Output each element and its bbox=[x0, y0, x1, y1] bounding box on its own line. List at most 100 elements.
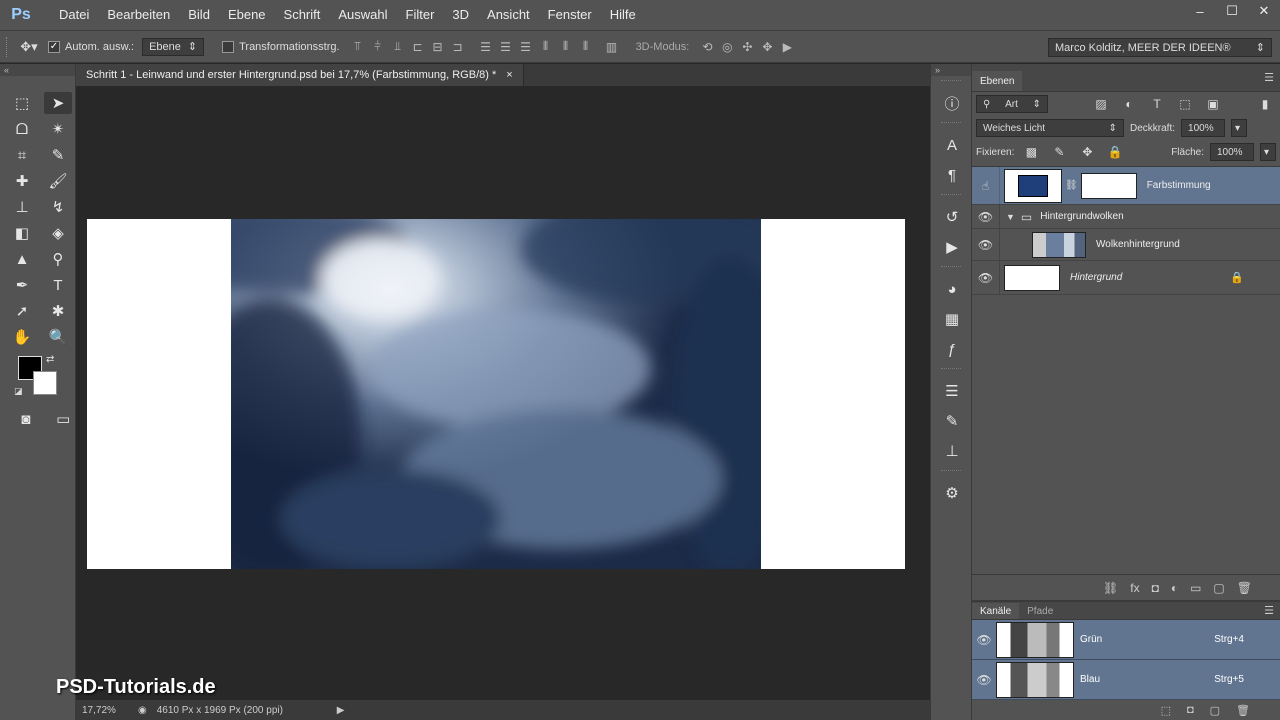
3d-rotate-icon[interactable]: ⟲ bbox=[697, 40, 717, 54]
path-selection-tool-icon[interactable]: ➚ bbox=[8, 300, 36, 322]
load-selection-icon[interactable]: ⬚ bbox=[1161, 704, 1171, 717]
magic-wand-tool-icon[interactable]: ✴ bbox=[44, 118, 72, 140]
channel-row[interactable]: 👁 Blau Strg+5 bbox=[972, 660, 1280, 700]
filter-pixel-icon[interactable]: ▨ bbox=[1090, 95, 1112, 113]
history-brush-tool-icon[interactable]: ↯ bbox=[44, 196, 72, 218]
link-icon[interactable]: ⛓ bbox=[1065, 180, 1078, 191]
lock-position-icon[interactable]: ✥ bbox=[1076, 143, 1098, 161]
menu-datei[interactable]: Datei bbox=[50, 0, 98, 30]
eye-icon[interactable]: 👁 bbox=[972, 205, 1000, 228]
dodge-tool-icon[interactable]: ⚲ bbox=[44, 248, 72, 270]
layer-row[interactable]: 👁 Wolkenhintergrund bbox=[972, 229, 1280, 261]
character-panel-icon[interactable]: A bbox=[931, 130, 973, 160]
eye-icon[interactable]: 👁 bbox=[972, 261, 1000, 294]
zoom-level[interactable]: 17,72% bbox=[82, 705, 128, 716]
menu-hilfe[interactable]: Hilfe bbox=[601, 0, 645, 30]
new-group-icon[interactable]: ▭ bbox=[1190, 581, 1201, 595]
auto-select-dropdown[interactable]: Ebene ⇕ bbox=[142, 37, 205, 56]
lasso-tool-icon[interactable]: ᗝ bbox=[8, 118, 36, 140]
opacity-dropdown-icon[interactable]: ▾ bbox=[1231, 119, 1248, 137]
layer-filter-dropdown[interactable]: ⚲ Art ⇕ bbox=[976, 95, 1048, 113]
3d-roll-icon[interactable]: ◎ bbox=[717, 40, 737, 54]
align-left-icon[interactable]: ⊏ bbox=[408, 40, 428, 54]
styles-panel-icon[interactable]: ƒ bbox=[931, 334, 973, 364]
align-bottom-icon[interactable]: ⫫ bbox=[388, 39, 408, 54]
panel-menu-icon[interactable]: ☰ bbox=[1264, 71, 1280, 84]
layer-group-row[interactable]: 👁 ▼ ▭ Hintergrundwolken bbox=[972, 205, 1280, 229]
menu-bild[interactable]: Bild bbox=[179, 0, 219, 30]
new-adjustment-icon[interactable]: ◐ bbox=[1171, 581, 1178, 595]
menu-fenster[interactable]: Fenster bbox=[539, 0, 601, 30]
close-button[interactable]: ✕ bbox=[1248, 0, 1280, 22]
type-tool-icon[interactable]: T bbox=[44, 274, 72, 296]
delete-layer-icon[interactable]: 🗑 bbox=[1237, 581, 1252, 595]
distribute-right-icon[interactable]: ⦀ bbox=[576, 39, 596, 54]
paint-bucket-tool-icon[interactable]: ◈ bbox=[44, 222, 72, 244]
swap-colors-icon[interactable]: ⇄ bbox=[46, 354, 54, 365]
align-hcenter-icon[interactable]: ⊟ bbox=[428, 40, 448, 54]
distribute-left-icon[interactable]: ⦀ bbox=[536, 39, 556, 54]
align-top-icon[interactable]: ⫪ bbox=[348, 39, 368, 54]
document-tab[interactable]: Schritt 1 - Leinwand und erster Hintergr… bbox=[76, 64, 524, 86]
brush-presets-panel-icon[interactable]: ✎ bbox=[931, 406, 973, 436]
group-expand-icon[interactable]: ▼ bbox=[1006, 212, 1015, 222]
lock-all-icon[interactable]: 🔒 bbox=[1104, 143, 1126, 161]
swatches-panel-icon[interactable]: ▦ bbox=[931, 304, 973, 334]
tab-pfade[interactable]: Pfade bbox=[1019, 603, 1062, 619]
distribute-top-icon[interactable]: ☰ bbox=[476, 40, 496, 54]
background-color-swatch[interactable] bbox=[33, 371, 57, 395]
actions-panel-icon[interactable]: ▶ bbox=[931, 232, 973, 262]
menu-ebene[interactable]: Ebene bbox=[219, 0, 275, 30]
filter-toggle-icon[interactable]: ▮ bbox=[1254, 95, 1276, 113]
distribute-hcenter-icon[interactable]: ⦀ bbox=[556, 39, 576, 54]
auto-select-checkbox[interactable]: ✓ Autom. ausw.: bbox=[48, 40, 134, 53]
status-info-icon[interactable]: ◉ bbox=[138, 705, 147, 716]
distribute-vcenter-icon[interactable]: ☰ bbox=[496, 40, 516, 54]
eye-icon[interactable]: 👁 bbox=[972, 620, 996, 659]
adjustments-panel-icon[interactable]: ☰ bbox=[931, 376, 973, 406]
blur-tool-icon[interactable]: ▲ bbox=[8, 248, 36, 270]
new-channel-icon[interactable]: ▢ bbox=[1210, 704, 1220, 717]
filter-type-icon[interactable]: T bbox=[1146, 95, 1168, 113]
info-panel-icon[interactable]: ⓘ bbox=[931, 88, 973, 118]
add-mask-icon[interactable]: ◘ bbox=[1152, 581, 1159, 595]
tools-collapse-icon[interactable]: « bbox=[0, 64, 75, 76]
custom-shape-tool-icon[interactable]: ✱ bbox=[44, 300, 72, 322]
lock-transparency-icon[interactable]: ▩ bbox=[1020, 143, 1042, 161]
align-right-icon[interactable]: ⊐ bbox=[448, 40, 468, 54]
healing-brush-tool-icon[interactable]: ✚ bbox=[8, 170, 36, 192]
move-tool-icon[interactable]: ➤ bbox=[44, 92, 72, 114]
menu-auswahl[interactable]: Auswahl bbox=[329, 0, 396, 30]
tab-kanaele[interactable]: Kanäle bbox=[972, 603, 1020, 619]
align-vcenter-icon[interactable]: ⫩ bbox=[368, 39, 388, 54]
paragraph-panel-icon[interactable]: ¶ bbox=[931, 160, 973, 190]
lock-pixels-icon[interactable]: ✎ bbox=[1048, 143, 1070, 161]
strip-collapse-icon[interactable]: » bbox=[931, 64, 971, 76]
menu-ansicht[interactable]: Ansicht bbox=[478, 0, 539, 30]
maximize-button[interactable]: ☐ bbox=[1216, 0, 1248, 22]
3d-drag-icon[interactable]: ✣ bbox=[737, 40, 757, 54]
eyedropper-tool-icon[interactable]: ✎ bbox=[44, 144, 72, 166]
menu-3d[interactable]: 3D bbox=[443, 0, 478, 30]
pen-tool-icon[interactable]: ✒ bbox=[8, 274, 36, 296]
move-tool-preset-icon[interactable]: ✥▾ bbox=[18, 36, 40, 58]
options-grip[interactable] bbox=[6, 36, 12, 57]
eraser-tool-icon[interactable]: ◧ bbox=[8, 222, 36, 244]
cloud-image[interactable] bbox=[231, 219, 761, 569]
history-panel-icon[interactable]: ↺ bbox=[931, 202, 973, 232]
close-tab-icon[interactable]: × bbox=[506, 69, 512, 81]
layer-style-icon[interactable]: fx bbox=[1130, 581, 1139, 595]
menu-filter[interactable]: Filter bbox=[397, 0, 444, 30]
fill-input[interactable]: 100% bbox=[1210, 143, 1254, 161]
save-selection-icon[interactable]: ◘ bbox=[1187, 704, 1194, 716]
panel-menu-icon[interactable]: ☰ bbox=[1264, 604, 1280, 617]
clone-stamp-tool-icon[interactable]: ⊥ bbox=[8, 196, 36, 218]
status-menu-arrow-icon[interactable]: ▶ bbox=[337, 705, 345, 716]
color-panel-icon[interactable]: ◕ bbox=[931, 274, 973, 304]
fill-dropdown-icon[interactable]: ▾ bbox=[1260, 143, 1276, 161]
3d-slide-icon[interactable]: ✥ bbox=[757, 40, 777, 54]
default-colors-icon[interactable]: ◪ bbox=[14, 386, 23, 397]
blend-mode-dropdown[interactable]: Weiches Licht ⇕ bbox=[976, 119, 1124, 137]
workspace-dropdown[interactable]: Marco Kolditz, MEER DER IDEEN® ⇕ bbox=[1048, 38, 1272, 57]
zoom-tool-icon[interactable]: 🔍 bbox=[44, 326, 72, 348]
